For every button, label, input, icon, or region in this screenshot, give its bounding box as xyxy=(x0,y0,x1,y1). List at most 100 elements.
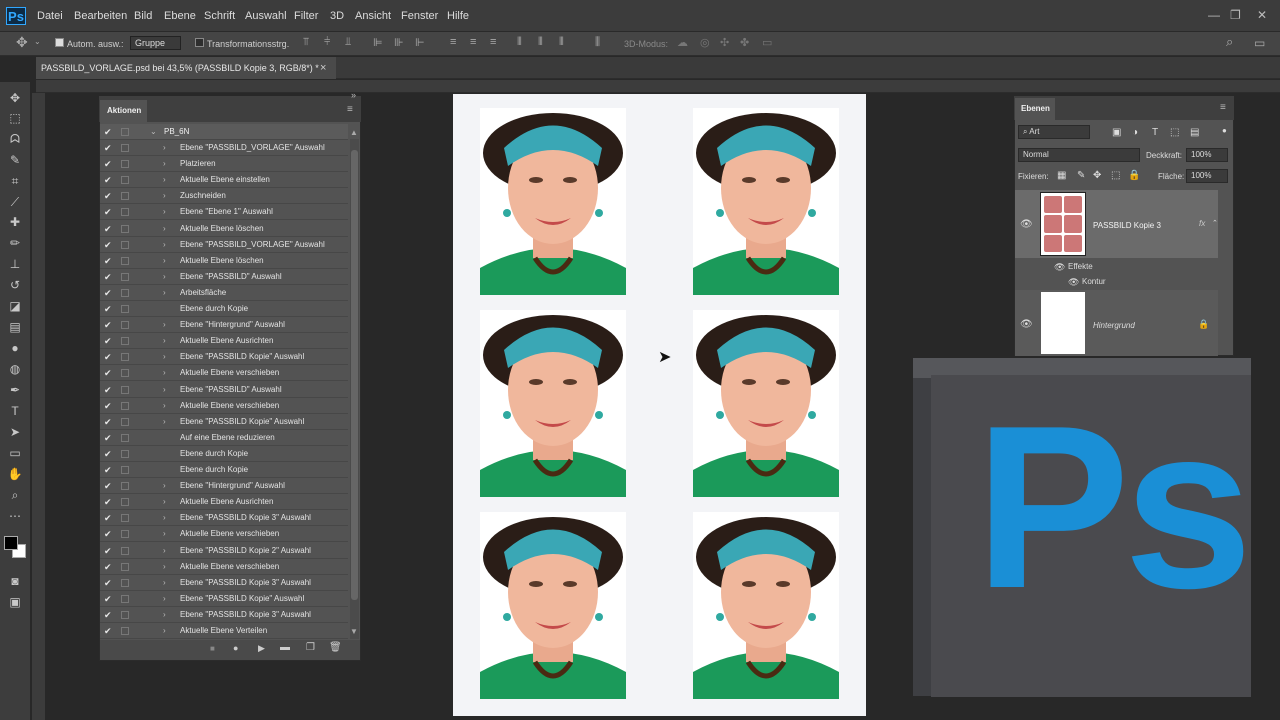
transform-checkbox[interactable] xyxy=(195,38,204,47)
checkmark-icon[interactable]: ✔ xyxy=(104,124,112,140)
chevron-right-icon[interactable]: › xyxy=(163,543,166,559)
distribute-left-icon[interactable]: ⦀ xyxy=(517,36,522,49)
menu-ansicht[interactable]: Ansicht xyxy=(355,10,391,22)
action-row[interactable]: ✔ › Ebene "Hintergrund" Auswahl xyxy=(100,317,348,334)
action-row[interactable]: ✔ Auf eine Ebene reduzieren xyxy=(100,430,348,446)
action-row[interactable]: ✔ › Ebene "PASSBILD Kopie" Auswahl xyxy=(100,414,348,430)
dialog-toggle-icon[interactable] xyxy=(121,305,129,313)
dialog-toggle-icon[interactable] xyxy=(121,288,129,297)
chevron-right-icon[interactable]: › xyxy=(163,237,166,253)
lock-pixels-icon[interactable]: ✎ xyxy=(1077,170,1085,181)
record-icon[interactable]: ● xyxy=(233,643,238,653)
checkmark-icon[interactable]: ✔ xyxy=(104,398,112,414)
close-window-button[interactable]: ✕ xyxy=(1257,8,1267,22)
menu-fenster[interactable]: Fenster xyxy=(401,10,438,22)
checkmark-icon[interactable]: ✔ xyxy=(104,140,112,156)
checkmark-icon[interactable]: ✔ xyxy=(104,430,112,446)
dialog-toggle-icon[interactable] xyxy=(121,417,129,426)
chevron-right-icon[interactable]: › xyxy=(163,591,166,607)
checkmark-icon[interactable]: ✔ xyxy=(104,253,112,269)
dialog-toggle-icon[interactable] xyxy=(121,610,129,619)
align-right-icon[interactable]: ⊩ xyxy=(415,36,425,49)
dialog-toggle-icon[interactable] xyxy=(121,514,129,523)
action-row[interactable]: ✔ › Ebene "PASSBILD Kopie 2" Auswahl xyxy=(100,543,348,559)
checkmark-icon[interactable]: ✔ xyxy=(104,221,112,237)
lock-artboard-icon[interactable]: ⬚ xyxy=(1111,170,1120,181)
dialog-toggle-icon[interactable] xyxy=(121,482,129,491)
more-tools-icon[interactable]: ⋯ xyxy=(6,508,24,524)
move-tool-icon[interactable]: ✥ xyxy=(6,90,24,106)
healing-tool-icon[interactable]: ✚ xyxy=(6,214,24,230)
dialog-toggle-icon[interactable] xyxy=(121,144,129,152)
filter-shape-icon[interactable]: ⬚ xyxy=(1170,127,1179,138)
chevron-right-icon[interactable]: › xyxy=(163,221,166,237)
checkmark-icon[interactable]: ✔ xyxy=(104,382,112,398)
collapse-panel-icon[interactable]: » xyxy=(351,90,356,100)
align-vcenter-icon[interactable]: ⫩ xyxy=(324,36,330,49)
lasso-tool-icon[interactable]: ᗣ xyxy=(6,131,24,147)
dialog-toggle-icon[interactable] xyxy=(121,594,129,603)
chevron-up-icon[interactable]: ⌃ xyxy=(1212,219,1218,227)
effects-eye-icon[interactable]: 👁 xyxy=(1054,262,1065,273)
menu-datei[interactable]: Datei xyxy=(37,10,63,22)
restore-button[interactable]: ❐ xyxy=(1230,8,1241,22)
scroll-up-icon[interactable]: ▲ xyxy=(350,128,358,137)
actions-tab[interactable]: Aktionen xyxy=(100,100,147,122)
layer-name[interactable]: PASSBILD Kopie 3 xyxy=(1093,221,1161,230)
screen-mode-icon[interactable]: ▣ xyxy=(6,594,24,610)
dialog-toggle-icon[interactable] xyxy=(121,530,129,539)
history-brush-tool-icon[interactable]: ↺ xyxy=(6,277,24,293)
dialog-toggle-icon[interactable] xyxy=(121,449,129,458)
action-row[interactable]: ✔ › Platzieren xyxy=(100,156,348,173)
menu-bearbeiten[interactable]: Bearbeiten xyxy=(74,10,127,22)
chevron-right-icon[interactable]: › xyxy=(163,623,166,639)
chevron-right-icon[interactable]: › xyxy=(163,494,166,510)
chevron-right-icon[interactable]: › xyxy=(163,140,166,156)
lock-all-icon[interactable]: 🔒 xyxy=(1128,170,1140,181)
background-layer-name[interactable]: Hintergrund xyxy=(1093,321,1135,330)
dialog-toggle-icon[interactable] xyxy=(121,240,129,249)
eye-icon[interactable]: 👁 xyxy=(1020,319,1033,330)
action-row[interactable]: ✔ › Arbeitsfläche xyxy=(100,285,348,301)
action-row[interactable]: ✔ › Aktuelle Ebene Ausrichten xyxy=(100,494,348,511)
action-row[interactable]: ✔ › Aktuelle Ebene löschen xyxy=(100,221,348,237)
chevron-right-icon[interactable]: › xyxy=(163,526,166,542)
checkmark-icon[interactable]: ✔ xyxy=(104,333,112,349)
checkmark-icon[interactable]: ✔ xyxy=(104,462,112,478)
chevron-right-icon[interactable]: › xyxy=(163,382,166,398)
action-row[interactable]: ✔ Ebene durch Kopie xyxy=(100,446,348,462)
action-row[interactable]: ✔ › Aktuelle Ebene verschieben xyxy=(100,365,348,382)
chevron-right-icon[interactable]: › xyxy=(163,607,166,623)
dialog-toggle-icon[interactable] xyxy=(121,192,129,201)
menu-bild[interactable]: Bild xyxy=(134,10,152,22)
auto-select-checkbox[interactable] xyxy=(55,38,64,47)
action-row[interactable]: ✔ › Aktuelle Ebene verschieben xyxy=(100,398,348,414)
move-tool-icon[interactable]: ✥ xyxy=(16,34,28,51)
chevron-right-icon[interactable]: › xyxy=(163,575,166,591)
dialog-toggle-icon[interactable] xyxy=(121,272,129,281)
chevron-right-icon[interactable]: › xyxy=(163,156,166,172)
checkmark-icon[interactable]: ✔ xyxy=(104,478,112,494)
dialog-toggle-icon[interactable] xyxy=(121,176,129,185)
action-row[interactable]: ✔ › Ebene "PASSBILD" Auswahl xyxy=(100,382,348,398)
checkmark-icon[interactable]: ✔ xyxy=(104,607,112,623)
3d-scale-icon[interactable]: ▭ xyxy=(762,36,772,49)
brush-tool-icon[interactable]: ✏ xyxy=(6,235,24,251)
checkmark-icon[interactable]: ✔ xyxy=(104,510,112,526)
action-row[interactable]: ✔ › Ebene "PASSBILD Kopie 3" Auswahl xyxy=(100,510,348,527)
checkmark-icon[interactable]: ✔ xyxy=(104,237,112,253)
dialog-toggle-icon[interactable] xyxy=(121,466,129,474)
blend-mode-dropdown[interactable]: Normal xyxy=(1018,148,1140,162)
align-top-icon[interactable]: ⫪ xyxy=(303,36,309,49)
checkmark-icon[interactable]: ✔ xyxy=(104,172,112,188)
layers-tab[interactable]: Ebenen xyxy=(1015,98,1055,120)
dialog-toggle-icon[interactable] xyxy=(121,578,129,587)
new-action-icon[interactable]: ❐ xyxy=(306,642,315,653)
path-select-tool-icon[interactable]: ➤ xyxy=(6,424,24,440)
checkmark-icon[interactable]: ✔ xyxy=(104,526,112,542)
delete-icon[interactable]: 🗑 xyxy=(329,642,342,653)
checkmark-icon[interactable]: ✔ xyxy=(104,623,112,639)
filter-toggle-icon[interactable]: ● xyxy=(1222,126,1227,135)
chevron-right-icon[interactable]: › xyxy=(163,414,166,430)
action-row[interactable]: ✔ › Zuschneiden xyxy=(100,188,348,205)
